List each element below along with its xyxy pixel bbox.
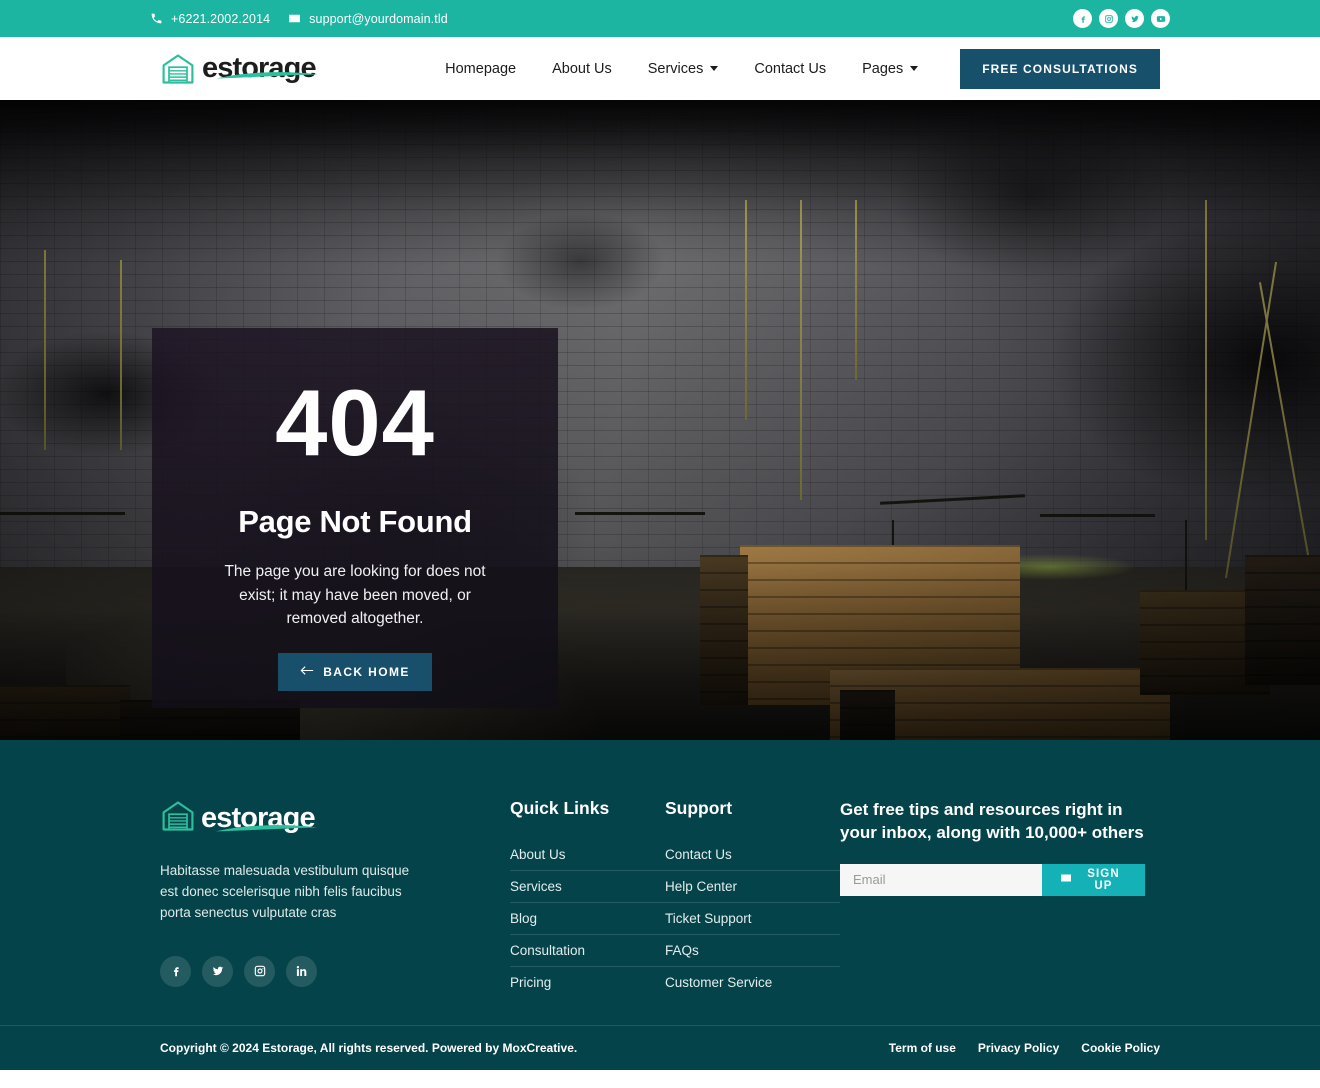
nav-item-homepage[interactable]: Homepage (427, 61, 534, 77)
footer-description: Habitasse malesuada vestibulum quisque e… (160, 863, 410, 920)
email-contact[interactable]: support@yourdomain.tld (288, 12, 448, 26)
footer-link-ticket-support[interactable]: Ticket Support (665, 903, 840, 935)
youtube-icon[interactable] (1151, 9, 1170, 28)
phone-contact[interactable]: +6221.2002.2014 (150, 12, 270, 26)
footer-brand-column: estorage Habitasse malesuada vestibulum … (160, 798, 510, 998)
back-home-button[interactable]: BACK HOME (278, 652, 432, 691)
newsletter-title: Get free tips and resources right in you… (840, 800, 1144, 843)
warehouse-icon (160, 51, 196, 87)
linkedin-icon[interactable] (286, 955, 317, 987)
logo-swoosh-icon (214, 821, 319, 839)
phone-icon (150, 12, 163, 25)
copyright-text: Copyright © 2024 Estorage, All rights re… (160, 1041, 578, 1055)
email-address: support@yourdomain.tld (309, 11, 448, 26)
site-footer: estorage Habitasse malesuada vestibulum … (0, 740, 1320, 1025)
top-bar-contacts: +6221.2002.2014 support@yourdomain.tld (150, 12, 448, 26)
envelope-icon (288, 12, 301, 25)
footer-link-consultation[interactable]: Consultation (510, 935, 665, 967)
footer-quick-links-column: Quick Links About Us Services Blog Consu… (510, 798, 665, 998)
chevron-down-icon (910, 66, 919, 71)
sign-up-label: SIGN UP (1087, 867, 1120, 892)
footer-socials (160, 955, 510, 987)
twitter-icon[interactable] (202, 955, 233, 987)
footer-link-about-us[interactable]: About Us (510, 839, 665, 871)
instagram-icon[interactable] (1099, 9, 1118, 28)
footer-columns: estorage Habitasse malesuada vestibulum … (160, 740, 1160, 998)
footer-link-services[interactable]: Services (510, 871, 665, 903)
nav-label: Contact Us (754, 60, 827, 77)
email-input[interactable] (840, 863, 1042, 896)
nav-item-services[interactable]: Services (630, 61, 737, 77)
facebook-icon[interactable] (1073, 9, 1092, 28)
footer-link-contact-us[interactable]: Contact Us (665, 839, 840, 871)
arrow-left-icon (300, 665, 314, 679)
footer-link-help-center[interactable]: Help Center (665, 871, 840, 903)
instagram-icon[interactable] (244, 955, 275, 987)
main-nav: Homepage About Us Services Contact Us Pa… (427, 48, 1160, 89)
footer-link-blog[interactable]: Blog (510, 903, 665, 935)
newsletter-form: SIGN UP (840, 863, 1145, 896)
support-title: Support (665, 798, 733, 818)
back-home-label: BACK HOME (323, 664, 410, 679)
top-bar: +6221.2002.2014 support@yourdomain.tld (0, 0, 1320, 37)
warehouse-icon (160, 798, 196, 839)
footer-newsletter-column: Get free tips and resources right in you… (840, 798, 1160, 998)
sign-up-button[interactable]: SIGN UP (1042, 863, 1145, 896)
nav-label: Homepage (445, 60, 517, 77)
phone-number: +6221.2002.2014 (171, 11, 271, 26)
nav-item-pages[interactable]: Pages (844, 61, 936, 77)
envelope-icon (1060, 872, 1072, 887)
logo-swoosh-icon (215, 68, 320, 86)
quick-links-title: Quick Links (510, 798, 610, 818)
legal-link-cookie-policy[interactable]: Cookie Policy (1081, 1041, 1160, 1055)
legal-link-privacy-policy[interactable]: Privacy Policy (978, 1041, 1059, 1055)
free-consultations-button[interactable]: FREE CONSULTATIONS (960, 48, 1160, 89)
footer-bottom-bar: Copyright © 2024 Estorage, All rights re… (0, 1025, 1320, 1070)
nav-label: Pages (862, 60, 904, 77)
footer-logo[interactable]: estorage (160, 798, 510, 839)
footer-link-faqs[interactable]: FAQs (665, 935, 840, 967)
footer-link-customer-service[interactable]: Customer Service (665, 967, 840, 998)
footer-link-pricing[interactable]: Pricing (510, 967, 665, 998)
error-description: The page you are looking for does not ex… (224, 563, 486, 628)
error-code: 404 (275, 370, 435, 475)
facebook-icon[interactable] (160, 955, 191, 987)
top-bar-socials (1073, 9, 1170, 28)
nav-item-contact-us[interactable]: Contact Us (736, 61, 844, 77)
error-card: 404 Page Not Found The page you are look… (152, 328, 558, 708)
chevron-down-icon (710, 66, 719, 71)
nav-item-about-us[interactable]: About Us (534, 61, 630, 77)
footer-support-column: Support Contact Us Help Center Ticket Su… (665, 798, 840, 998)
legal-links: Term of use Privacy Policy Cookie Policy (889, 1041, 1160, 1055)
nav-label: About Us (552, 60, 612, 77)
twitter-icon[interactable] (1125, 9, 1144, 28)
legal-link-term-of-use[interactable]: Term of use (889, 1041, 956, 1055)
site-header: estorage Homepage About Us Services Cont… (0, 37, 1320, 100)
logo[interactable]: estorage (160, 51, 318, 87)
nav-label: Services (647, 60, 704, 77)
error-title: Page Not Found (238, 504, 472, 539)
hero-section: 404 Page Not Found The page you are look… (0, 100, 1320, 740)
